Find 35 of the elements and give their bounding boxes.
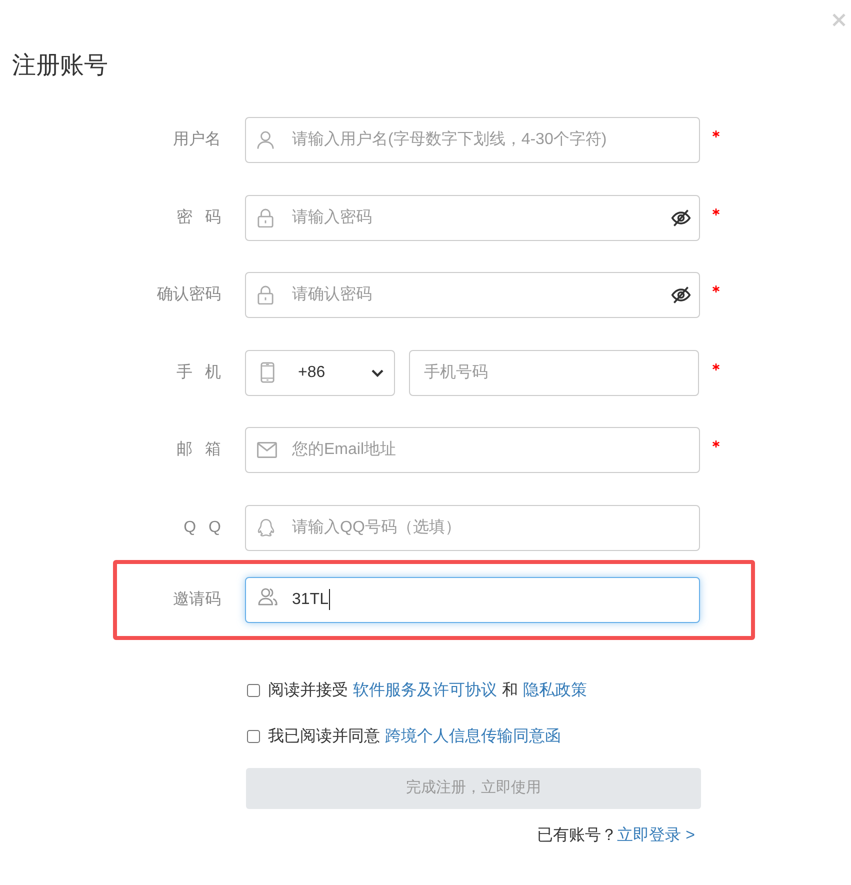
- invite-code-field[interactable]: 31TL: [245, 576, 700, 623]
- agreement-link[interactable]: 隐私政策: [523, 682, 587, 699]
- mobile-phone-icon: [260, 362, 275, 384]
- field-label: 用户名: [172, 130, 221, 150]
- agreement-link[interactable]: 软件服务及许可协议: [353, 682, 497, 699]
- agreement-checkbox[interactable]: [247, 684, 260, 698]
- eye-slash-icon[interactable]: [671, 285, 691, 306]
- user-icon: [257, 130, 274, 150]
- qq-number-field[interactable]: 请输入QQ号码（选填）: [245, 504, 700, 551]
- login-link[interactable]: 立即登录 >: [617, 824, 695, 848]
- field-label: 密 码: [176, 208, 221, 228]
- login-prompt-text: 已有账号？: [537, 826, 618, 846]
- field-label: 邀请码: [172, 590, 221, 610]
- agreement-text: 阅读并接受 软件服务及许可协议 和 隐私政策: [268, 680, 588, 701]
- eye-slash-icon[interactable]: [671, 208, 691, 228]
- agreement-link[interactable]: 跨境个人信息传输同意函: [385, 728, 561, 745]
- agreement-text: 我已阅读并同意 跨境个人信息传输同意函: [268, 726, 562, 747]
- username-field[interactable]: 请输入用户名(字母数字下划线，4-30个字符): [245, 117, 700, 163]
- agreement-checkbox[interactable]: [247, 730, 260, 744]
- email-field[interactable]: 您的Email地址: [245, 427, 700, 474]
- country-code-select[interactable]: +86: [245, 350, 395, 396]
- password-field[interactable]: 请输入密码: [245, 194, 700, 241]
- chevron-down-icon: [371, 368, 384, 377]
- dialog-title: 注册账号: [12, 51, 108, 81]
- lock-icon: [257, 286, 274, 305]
- field-label: 手 机: [176, 362, 221, 383]
- field-label: Q Q: [182, 518, 221, 538]
- field-label: 邮 箱: [176, 440, 221, 460]
- password-field[interactable]: 请确认密码: [245, 272, 700, 318]
- phone-number-field[interactable]: 手机号码: [409, 350, 699, 396]
- users-icon: [258, 587, 278, 606]
- lock-icon: [257, 208, 274, 228]
- penguin-icon: [257, 518, 275, 538]
- field-label: 确认密码: [156, 284, 221, 306]
- envelope-icon: [257, 442, 277, 458]
